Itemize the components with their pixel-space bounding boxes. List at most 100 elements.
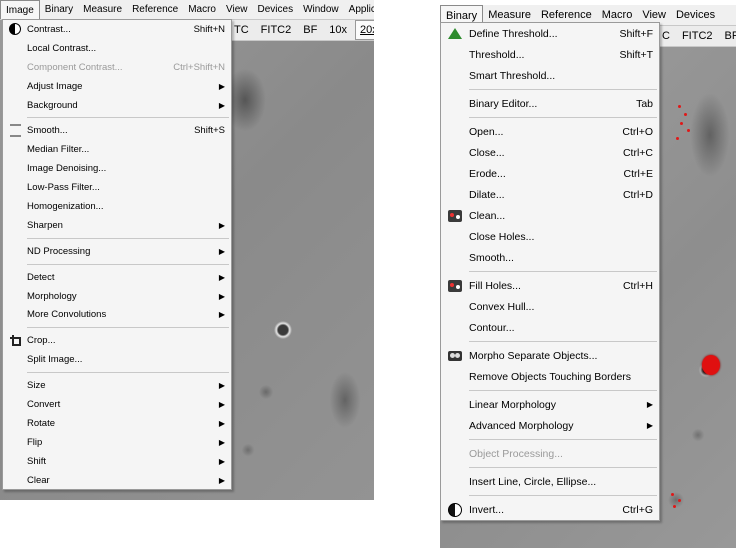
menu-item-local-contrast[interactable]: Local Contrast... [3, 39, 231, 58]
menu-item-clean[interactable]: Clean... [441, 205, 659, 226]
red-object [678, 105, 681, 108]
menu-item-convex-hull[interactable]: Convex Hull... [441, 296, 659, 317]
menubar-item-macro[interactable]: Macro [183, 0, 221, 19]
red-object [678, 499, 681, 502]
toolbar-button-20x[interactable]: 20x [355, 20, 374, 40]
menu-item-morphology[interactable]: Morphology ▶ [3, 287, 231, 306]
menubar-item-view[interactable]: View [221, 0, 253, 19]
menu-item-homogenization[interactable]: Homogenization... [3, 197, 231, 216]
menubar-item-devices[interactable]: Devices [253, 0, 299, 19]
menu-item-threshold[interactable]: Threshold... Shift+T [441, 44, 659, 65]
menu-separator [469, 271, 657, 272]
menu-item-low-pass-filter[interactable]: Low-Pass Filter... [3, 178, 231, 197]
red-object [671, 493, 674, 496]
menu-item-label: Linear Morphology [469, 398, 556, 411]
menu-item-smooth[interactable]: Smooth... Shift+S [3, 121, 231, 140]
menu-item-shift[interactable]: Shift ▶ [3, 452, 231, 471]
menu-item-label: Fill Holes... [469, 279, 521, 292]
menubar-item-binary[interactable]: Binary [40, 0, 78, 19]
menu-item-close[interactable]: Close... Ctrl+C [441, 142, 659, 163]
menu-item-erode[interactable]: Erode... Ctrl+E [441, 163, 659, 184]
menu-item-gutter [3, 39, 27, 58]
red-object [673, 505, 676, 508]
menu-item-nd-processing[interactable]: ND Processing ▶ [3, 242, 231, 261]
left-screenshot: Image Binary Measure Reference Macro View Devi… [0, 0, 374, 500]
menu-item-label: ND Processing [27, 245, 91, 257]
menu-item-split-image[interactable]: Split Image... [3, 350, 231, 369]
menu-item-more-convolutions[interactable]: More Convolutions ▶ [3, 305, 231, 324]
toolbar-button-10x[interactable]: 10x [325, 20, 351, 40]
toolbar-button-fitc2[interactable]: FITC2 [257, 20, 296, 40]
menu-item-smart-threshold[interactable]: Smart Threshold... [441, 65, 659, 86]
menu-item-background[interactable]: Background ▶ [3, 96, 231, 115]
menu-item-invert[interactable]: Invert... Ctrl+G [441, 499, 659, 520]
menu-item-adjust-image[interactable]: Adjust Image ▶ [3, 77, 231, 96]
menu-item-linear-morphology[interactable]: Linear Morphology ▶ [441, 394, 659, 415]
toolbar-button-bf[interactable]: BF [721, 26, 736, 46]
smooth-icon [9, 124, 21, 138]
menu-item-gutter [3, 77, 27, 96]
menu-item-close-holes[interactable]: Close Holes... [441, 226, 659, 247]
menu-item-size[interactable]: Size ▶ [3, 376, 231, 395]
menubar-item-window[interactable]: Window [298, 0, 344, 19]
menu-item-object-processing[interactable]: Object Processing... [441, 443, 659, 464]
fill-holes-icon [448, 279, 462, 292]
menu-item-remove-objects-touching-borders[interactable]: Remove Objects Touching Borders [441, 366, 659, 387]
menu-item-advanced-morphology[interactable]: Advanced Morphology ▶ [441, 415, 659, 436]
menu-item-gutter [3, 287, 27, 306]
menu-item-open[interactable]: Open... Ctrl+O [441, 121, 659, 142]
toolbar-button-c[interactable]: C [658, 26, 674, 46]
menu-item-label: Crop... [27, 335, 56, 347]
menubar-item-applic[interactable]: Applic [344, 0, 374, 19]
menu-item-shortcut: Ctrl+H [622, 279, 653, 292]
menu-item-gutter [441, 142, 469, 163]
menu-item-smooth[interactable]: Smooth... [441, 247, 659, 268]
menu-item-label: Morpho Separate Objects... [469, 349, 598, 362]
menu-separator [469, 341, 657, 342]
menubar-item-image[interactable]: Image [0, 0, 40, 19]
menu-item-label: Advanced Morphology [469, 419, 574, 432]
menu-item-shortcut: Ctrl+Shift+N [173, 61, 225, 73]
menu-item-clear[interactable]: Clear ▶ [3, 471, 231, 490]
menu-item-dilate[interactable]: Dilate... Ctrl+D [441, 184, 659, 205]
menu-item-detect[interactable]: Detect ▶ [3, 268, 231, 287]
menu-item-convert[interactable]: Convert ▶ [3, 395, 231, 414]
menu-item-insert-line-circle-ellipse[interactable]: Insert Line, Circle, Ellipse... [441, 471, 659, 492]
toolbar-button-bf[interactable]: BF [299, 20, 321, 40]
menubar-item-measure[interactable]: Measure [78, 0, 127, 19]
red-object [680, 122, 683, 125]
menu-item-contour[interactable]: Contour... [441, 317, 659, 338]
menu-item-gutter [3, 452, 27, 471]
submenu-arrow-icon: ▶ [218, 272, 225, 282]
menu-item-label: Close... [469, 146, 505, 159]
menu-item-fill-holes[interactable]: Fill Holes... Ctrl+H [441, 275, 659, 296]
menubar-item-reference[interactable]: Reference [127, 0, 183, 19]
menu-item-label: Invert... [469, 503, 505, 516]
menu-item-morpho-separate-objects[interactable]: Morpho Separate Objects... [441, 345, 659, 366]
menu-item-define-threshold[interactable]: Define Threshold... Shift+F [441, 23, 659, 44]
menu-item-crop[interactable]: Crop... [3, 331, 231, 350]
menu-item-gutter [3, 305, 27, 324]
menu-item-image-denoising[interactable]: Image Denoising... [3, 159, 231, 178]
menu-item-gutter [3, 433, 27, 452]
toolbar-button-tc[interactable]: TC [230, 20, 253, 40]
menu-item-sharpen[interactable]: Sharpen ▶ [3, 216, 231, 235]
menu-item-contrast[interactable]: Contrast... Shift+N [3, 20, 231, 39]
menu-item-binary-editor[interactable]: Binary Editor... Tab [441, 93, 659, 114]
menu-item-gutter [3, 376, 27, 395]
menu-item-label: Rotate [27, 417, 55, 429]
menu-item-median-filter[interactable]: Median Filter... [3, 140, 231, 159]
menu-item-shortcut: Ctrl+O [622, 125, 653, 138]
toolbar-button-fitc2[interactable]: FITC2 [678, 26, 717, 46]
menu-item-shortcut: Ctrl+E [623, 167, 653, 180]
menu-item-flip[interactable]: Flip ▶ [3, 433, 231, 452]
submenu-arrow-icon: ▶ [646, 421, 653, 430]
menu-item-shortcut: Shift+N [193, 23, 225, 35]
menu-item-gutter [3, 96, 27, 115]
menu-item-component-contrast[interactable]: Component Contrast... Ctrl+Shift+N [3, 58, 231, 77]
toolbar: C FITC2 BF [658, 26, 736, 47]
menu-item-shortcut: Shift+F [619, 27, 653, 40]
menu-item-gutter [3, 197, 27, 216]
menu-item-rotate[interactable]: Rotate ▶ [3, 414, 231, 433]
menubar-item-devices[interactable]: Devices [671, 5, 720, 25]
